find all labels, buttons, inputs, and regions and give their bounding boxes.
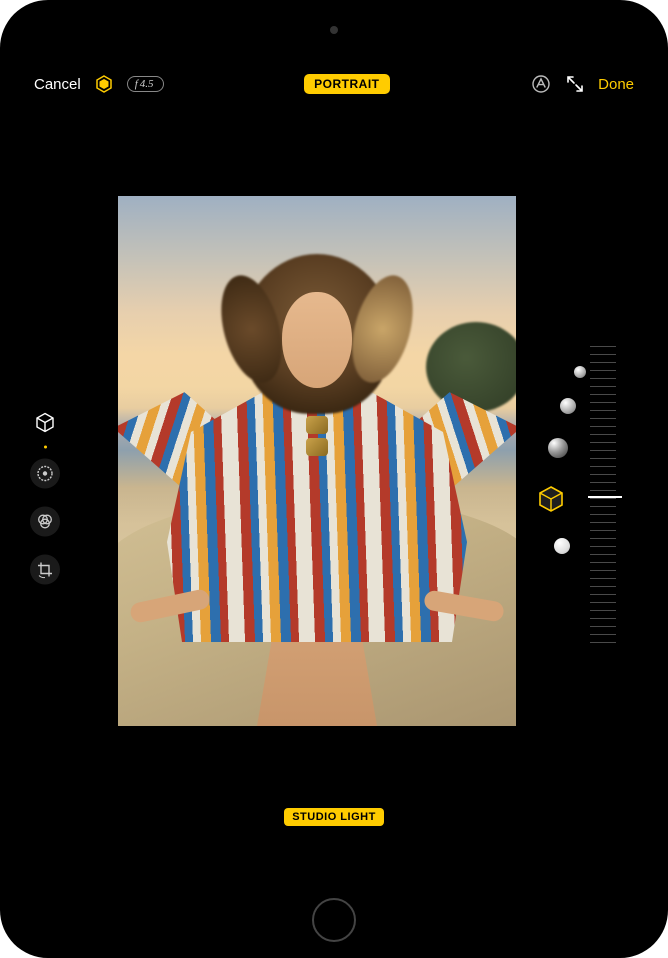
- photo-preview[interactable]: [118, 196, 516, 726]
- cube-outline-icon: [536, 484, 566, 514]
- portrait-lighting-picker: [534, 366, 574, 626]
- sphere-icon: [548, 438, 568, 458]
- adjust-dial-icon: [36, 465, 54, 483]
- subject-sunglasses: [302, 416, 332, 458]
- fstop-prefix: f: [135, 78, 138, 90]
- photos-edit-screen: Cancel f 4.5 PORTRAIT: [22, 62, 646, 886]
- edit-tool-rail: [30, 408, 60, 585]
- lighting-option-natural[interactable]: [554, 538, 570, 554]
- lighting-option-stage[interactable]: [560, 398, 576, 414]
- adjust-tool[interactable]: [30, 459, 60, 489]
- lighting-option-stage-mono[interactable]: [574, 366, 586, 378]
- sphere-icon: [574, 366, 586, 378]
- background-bush: [426, 322, 516, 412]
- lighting-option-studio[interactable]: [536, 484, 566, 514]
- portrait-photo: [118, 196, 516, 726]
- front-camera: [330, 26, 338, 34]
- crop-rotate-icon: [36, 561, 54, 579]
- photo-mode-badge: PORTRAIT: [304, 74, 389, 94]
- markup-button[interactable]: [530, 73, 552, 95]
- expand-icon: [566, 75, 584, 93]
- hexagon-icon: [94, 74, 114, 94]
- lighting-label-row: STUDIO LIGHT: [22, 808, 646, 826]
- portrait-lighting-tool[interactable]: [30, 408, 60, 438]
- editor-main: STUDIO LIGHT: [22, 106, 646, 886]
- cancel-button[interactable]: Cancel: [34, 76, 81, 93]
- editor-topbar: Cancel f 4.5 PORTRAIT: [22, 62, 646, 106]
- done-button[interactable]: Done: [598, 76, 634, 93]
- fstop-value: 4.5: [140, 78, 154, 90]
- lighting-intensity-slider[interactable]: [590, 346, 616, 646]
- ipad-frame: Cancel f 4.5 PORTRAIT: [0, 0, 668, 958]
- depth-fstop-button[interactable]: f 4.5: [127, 76, 164, 92]
- subject-face: [282, 292, 352, 388]
- cube-icon: [34, 412, 56, 434]
- home-button[interactable]: [312, 898, 356, 942]
- markup-icon: [531, 74, 551, 94]
- sphere-icon: [560, 398, 576, 414]
- lighting-option-contour[interactable]: [548, 438, 568, 458]
- slider-marker: [588, 496, 622, 498]
- crop-tool[interactable]: [30, 555, 60, 585]
- sphere-icon: [554, 538, 570, 554]
- filters-icon: [36, 513, 54, 531]
- portrait-effect-toggle[interactable]: [93, 73, 115, 95]
- active-tool-indicator: [44, 446, 47, 449]
- current-lighting-label: STUDIO LIGHT: [284, 808, 384, 826]
- filters-tool[interactable]: [30, 507, 60, 537]
- enter-fullscreen-button[interactable]: [564, 73, 586, 95]
